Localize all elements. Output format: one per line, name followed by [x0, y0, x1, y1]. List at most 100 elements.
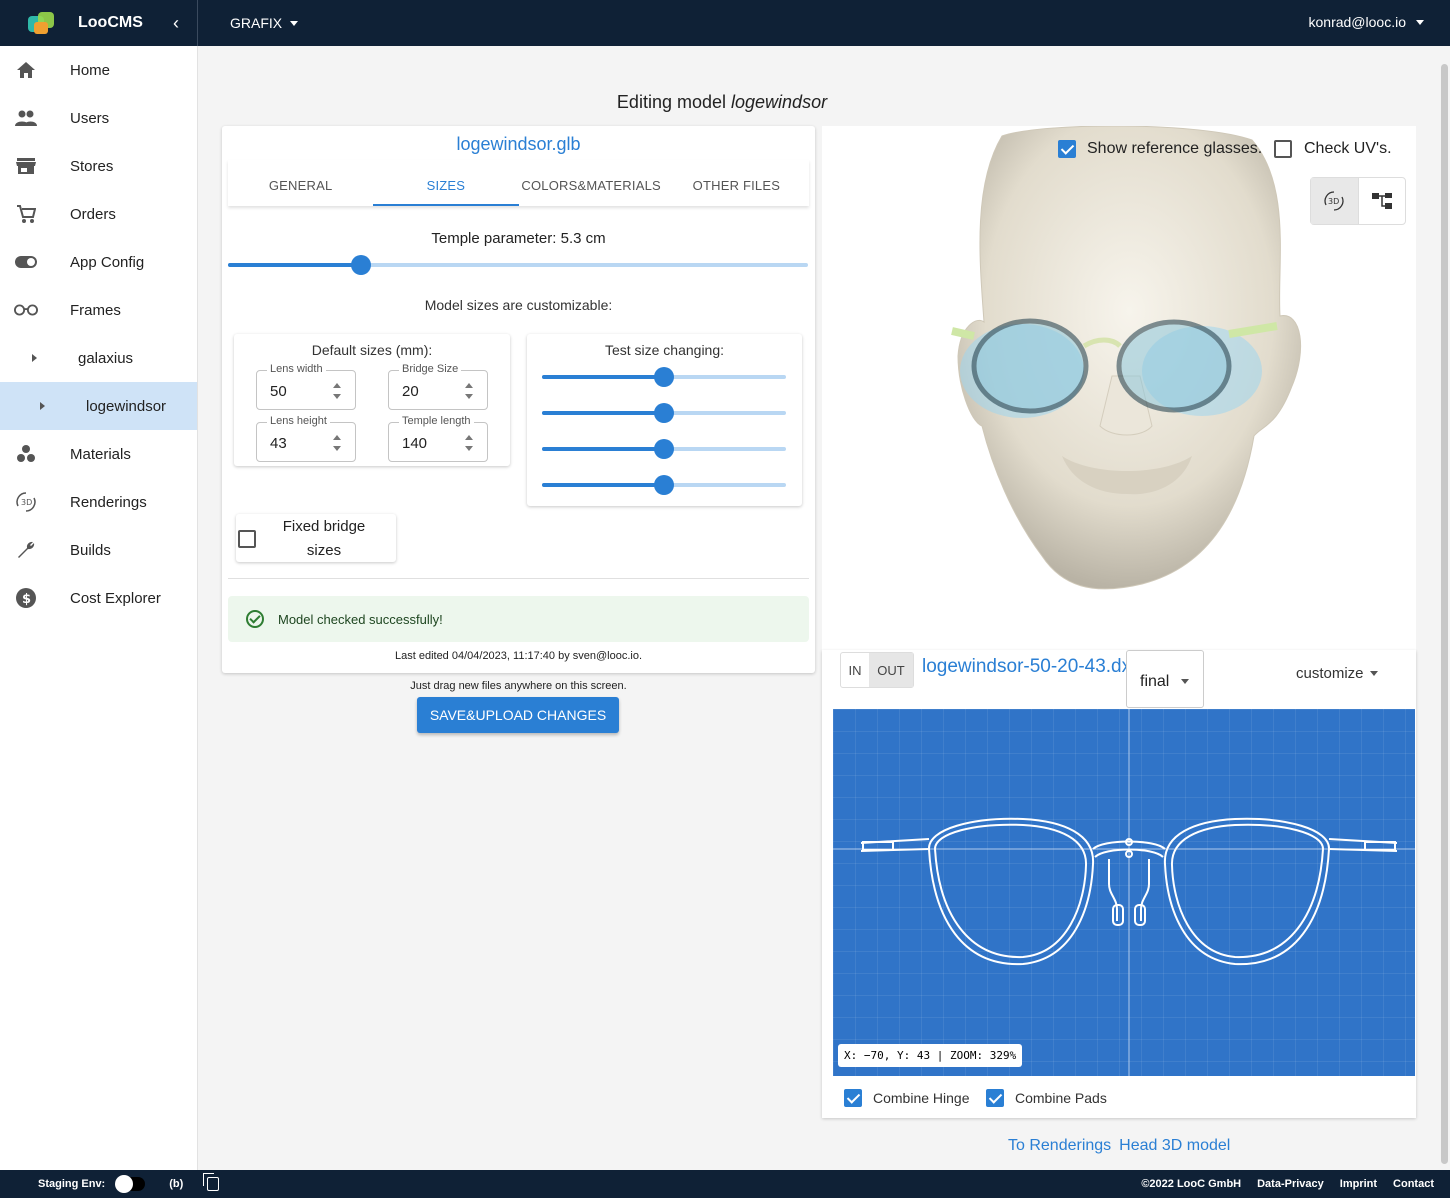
sidebar-item-cost-explorer[interactable]: $ Cost Explorer	[0, 574, 197, 622]
test-slider-fill	[542, 483, 664, 487]
section-menu[interactable]: GRAFIX	[230, 15, 299, 31]
lens-width-value: 50	[270, 383, 287, 400]
temple-slider[interactable]	[228, 255, 808, 275]
variant-select[interactable]: final	[1126, 650, 1204, 708]
test-slider-thumb[interactable]	[654, 475, 674, 495]
wrench-icon	[14, 538, 38, 562]
sidebar-item-renderings[interactable]: 3D Renderings	[0, 478, 197, 526]
divider	[228, 578, 809, 579]
sidebar: Home Users Stores Orders App Config Fram…	[0, 46, 198, 1170]
test-slider[interactable]	[542, 367, 786, 387]
staging-env-toggle[interactable]	[115, 1175, 146, 1193]
copy-icon[interactable]	[203, 1173, 220, 1191]
view-mode-toggle: 3D	[1310, 177, 1406, 225]
test-slider-fill	[542, 375, 664, 379]
customize-label: customize	[1296, 665, 1364, 682]
sidebar-item-logewindsor[interactable]: logewindsor	[0, 382, 197, 430]
tab-colors-materials[interactable]: COLORS&MATERIALS	[519, 160, 664, 206]
section-menu-label: GRAFIX	[230, 15, 283, 31]
view-tree-button[interactable]	[1359, 178, 1406, 224]
cart-icon	[14, 202, 38, 226]
toggle-icon	[14, 250, 38, 274]
fixed-bridge-checkbox[interactable]	[238, 530, 256, 548]
footer-left: Staging Env: (b)	[38, 1173, 220, 1193]
test-slider-thumb[interactable]	[654, 403, 674, 423]
bridge-size-field[interactable]: Bridge Size 20	[388, 363, 488, 410]
sidebar-item-materials[interactable]: Materials	[0, 430, 197, 478]
top-bar: LooCMS ‹ GRAFIX konrad@looc.io	[0, 0, 1450, 46]
sidebar-item-galaxius[interactable]: galaxius	[0, 334, 197, 382]
sidebar-item-stores[interactable]: Stores	[0, 142, 197, 190]
stepper-icon[interactable]	[333, 435, 341, 451]
expand-arrow-icon[interactable]	[40, 402, 45, 410]
page-title: Editing model logewindsor	[522, 92, 922, 113]
model-file-link[interactable]: logewindsor.glb	[222, 134, 815, 155]
test-slider[interactable]	[542, 475, 786, 495]
tab-other-files[interactable]: OTHER FILES	[664, 160, 809, 206]
stepper-icon[interactable]	[333, 383, 341, 399]
sidebar-item-users[interactable]: Users	[0, 94, 197, 142]
lens-height-field[interactable]: Lens height 43	[256, 415, 356, 462]
test-slider[interactable]	[542, 403, 786, 423]
test-slider-thumb[interactable]	[654, 367, 674, 387]
save-upload-button[interactable]: SAVE&UPLOAD CHANGES	[417, 697, 619, 733]
caret-down-icon	[1181, 679, 1189, 684]
temple-length-field[interactable]: Temple length 140	[388, 415, 488, 462]
customize-menu[interactable]: customize	[1296, 665, 1378, 682]
sidebar-item-label: Materials	[70, 445, 131, 463]
test-slider-thumb[interactable]	[654, 439, 674, 459]
tab-general[interactable]: GENERAL	[228, 160, 373, 206]
sidebar-item-label: galaxius	[78, 349, 134, 367]
collapse-sidebar-icon[interactable]: ‹	[173, 13, 179, 34]
stepper-icon[interactable]	[465, 435, 473, 451]
lens-width-field[interactable]: Lens width 50	[256, 363, 356, 410]
temple-parameter-label: Temple parameter: 5.3 cm	[431, 230, 606, 247]
check-circle-icon	[246, 610, 264, 628]
user-menu[interactable]: konrad@looc.io	[1309, 14, 1424, 30]
caret-down-icon	[290, 20, 299, 26]
tab-sizes[interactable]: SIZES	[373, 160, 519, 206]
combine-pads-label: Combine Pads	[1015, 1090, 1107, 1106]
sidebar-item-label: Users	[70, 109, 110, 127]
success-alert: Model checked successfully!	[228, 596, 809, 642]
stepper-icon[interactable]	[465, 383, 473, 399]
temple-length-label: Temple length	[399, 415, 474, 427]
to-renderings-link[interactable]: To Renderings	[1008, 1137, 1111, 1155]
model-3d-viewer[interactable]: Show reference glasses. Check UV's. 3D	[822, 126, 1416, 650]
sidebar-item-frames[interactable]: Frames	[0, 286, 197, 334]
alert-message: Model checked successfully!	[278, 611, 443, 627]
store-icon	[14, 154, 38, 178]
combine-hinge-checkbox[interactable]	[844, 1089, 862, 1107]
sidebar-item-home[interactable]: Home	[0, 46, 197, 94]
test-slider-fill	[542, 447, 664, 451]
expand-arrow-icon[interactable]	[32, 354, 37, 362]
imprint-link[interactable]: Imprint	[1340, 1178, 1377, 1190]
toggle-knob	[115, 1175, 134, 1193]
bridge-size-label: Bridge Size	[399, 363, 462, 375]
dxf-file-link[interactable]: logewindsor-50-20-43.dxf	[922, 656, 1136, 678]
contact-link[interactable]: Contact	[1393, 1178, 1434, 1190]
view-3d-button[interactable]: 3D	[1311, 178, 1359, 224]
out-button[interactable]: OUT	[869, 653, 913, 687]
combine-pads-checkbox[interactable]	[986, 1089, 1004, 1107]
in-button[interactable]: IN	[841, 653, 869, 687]
dxf-preview-card: IN OUT logewindsor-50-20-43.dxf final cu…	[822, 650, 1416, 1118]
head-3d-model-link[interactable]: Head 3D model	[1119, 1137, 1230, 1155]
test-slider[interactable]	[542, 439, 786, 459]
3d-rotate-icon: 3D	[14, 490, 38, 514]
show-reference-checkbox[interactable]	[1058, 140, 1076, 158]
temple-slider-thumb[interactable]	[351, 255, 372, 275]
dxf-blueprint-canvas[interactable]: X: −70, Y: 43 | ZOOM: 329%	[833, 709, 1415, 1076]
data-privacy-link[interactable]: Data-Privacy	[1257, 1178, 1324, 1190]
fixed-bridge-option[interactable]: Fixed bridge sizes	[236, 514, 396, 562]
check-uv-checkbox[interactable]	[1274, 140, 1292, 158]
sidebar-item-label: Home	[70, 61, 111, 79]
sidebar-item-builds[interactable]: Builds	[0, 526, 197, 574]
sidebar-item-app-config[interactable]: App Config	[0, 238, 197, 286]
sidebar-item-orders[interactable]: Orders	[0, 190, 197, 238]
users-icon	[14, 106, 38, 130]
page-title-prefix: Editing model	[616, 92, 726, 112]
page-scrollbar[interactable]	[1441, 64, 1448, 1164]
tree-icon	[1371, 193, 1392, 209]
test-size-title: Test size changing:	[604, 342, 725, 358]
